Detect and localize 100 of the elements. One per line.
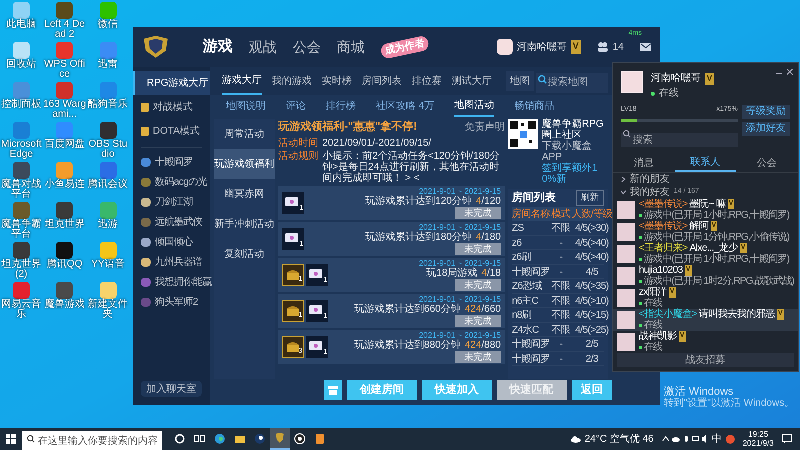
status-dropdown[interactable]: 在线 [651,86,714,101]
friend-status: 游戏中(已开局 1分钟,RPG,小偷传说) [644,232,790,243]
shop-button[interactable] [324,380,342,400]
map-item[interactable]: 九州兵器谱 [133,252,210,272]
subnav-tab[interactable]: 房间列表 [362,67,402,95]
map-item[interactable]: 数码acgの光 [133,172,210,192]
nav-tab[interactable]: 商城 [337,36,365,58]
subnav-tab[interactable]: 排位赛 [412,67,442,95]
guild-tag: <王者归来> [639,242,688,254]
subnav-tab[interactable]: 测试大厅 [452,67,492,95]
app-icon[interactable] [56,202,74,219]
ime-indicator[interactable]: 中 [712,432,722,446]
app-icon[interactable] [56,2,74,19]
notepad-icon [314,433,326,445]
tab[interactable]: 评论 [286,95,306,117]
progress-done: 424 [464,304,482,314]
table-cell-text: - [558,266,564,280]
activation-hint: 转到"设置"以激活 Windows。 [664,398,794,409]
table-cell-text: 4/5(>10) [574,294,610,308]
friend-group[interactable]: 新的朋友 [613,172,798,186]
ticket-icon [285,196,300,206]
disclaimer-link[interactable]: 免责声明 [465,120,506,135]
tab[interactable]: 排行榜 [326,95,356,117]
table-cell-text: - [558,352,564,366]
avatar [617,288,635,307]
mode-icon [141,126,149,136]
subnav-tab[interactable]: 实时榜 [322,67,352,95]
record-icon [294,433,306,445]
download-text: 下载小魔盒APP [542,141,594,163]
room-row[interactable]: 十殿阎罗 - 2/5 [512,337,604,352]
subnav-tab[interactable]: 我的游戏 [272,67,312,95]
map-item[interactable]: 我想拥你能赢 [133,272,210,292]
tab[interactable]: 地图活动 [454,95,494,117]
activity-menu-item[interactable]: 玩游戏领福利 [214,149,276,179]
nav-tab[interactable]: 游戏 [203,36,233,58]
mail-icon [640,42,652,52]
panel-tab[interactable]: 联系人 [674,154,736,172]
map-item[interactable]: 狗头军师2 [133,292,210,312]
task-description: 玩游戏累计达到180分钟 [365,232,472,242]
vip-badge: V [570,40,581,54]
app-icon[interactable] [56,242,74,259]
sidebar-item[interactable]: RPG游戏大厅 [133,71,210,95]
activity-menu-item[interactable]: 幽冥赤网 [214,179,276,209]
app-icon[interactable] [13,162,30,179]
room-row[interactable]: 十殿阎罗 - 4/5 [512,264,604,279]
chat-room-button[interactable]: 加入聊天室 [141,381,202,397]
avatar [617,244,635,263]
activity-menu-item[interactable]: 复刻活动 [214,239,276,269]
app-icon[interactable] [56,282,74,299]
map-search-field[interactable]: 搜索地图 [536,72,608,92]
table-cell-text: z6刷 [512,251,532,265]
app-icon[interactable] [13,242,30,259]
activity-dates: 2021/09/01/-2021/09/15/ [322,138,432,148]
friend-status: 在线 [644,342,662,353]
column-header: 模式 [550,208,572,222]
app-icon[interactable] [100,122,117,139]
ticket-icon [309,340,324,350]
ticket-icon [309,304,324,314]
user-name[interactable]: 河南哈嘿哥 [516,40,567,54]
refresh-button[interactable]: 刷新 [576,190,604,206]
avatar[interactable] [496,39,513,55]
progress-total: /660 [482,304,502,314]
activity-menu-item[interactable]: 新手冲刺活动 [214,209,276,239]
tray-app-icon[interactable] [726,434,735,444]
nav-tab[interactable]: 观战 [249,36,277,58]
activity-menu-item[interactable]: 周常活动 [214,119,276,149]
task-dates: 2021-9-01 ~ 2021-9-15 [419,222,502,232]
close-icon[interactable] [787,69,793,75]
sidebar-item[interactable]: DOTA模式 [133,119,210,143]
ticket-icon [285,232,300,242]
map-item[interactable]: 十殿阎罗 [133,152,210,172]
friend-search-field[interactable]: 搜索 [621,133,738,147]
map-filter-dropdown[interactable]: 地图 [506,71,534,91]
task-description: 玩游戏累计达到120分钟 [365,196,472,206]
promo-text: 签到享额外10%新 [542,163,599,185]
tab[interactable]: 地图说明 [226,95,266,117]
nav-tab[interactable]: 公会 [293,36,321,58]
friend-status: 在线 [644,298,662,309]
room-row[interactable]: 十殿阎罗 - 2/3 [512,352,604,366]
panel-tab[interactable]: 消息 [613,154,675,172]
taskbar-search-field[interactable]: 在这里输入你要搜索的内容 [22,430,162,450]
tab[interactable]: 畅销商品 [514,95,554,117]
panel-button[interactable]: 添加好友 [742,122,790,136]
map-item[interactable]: 刀剑江湖 [133,192,210,212]
subnav-tab[interactable]: 游戏大厅 [222,67,262,95]
windows-logo-icon[interactable] [6,434,16,444]
progress-total: /18 [487,268,502,278]
panel-tab[interactable]: 公会 [736,154,798,172]
table-cell-text: Z6恐域 [512,280,544,294]
panel-button[interactable]: 等级奖励 [742,105,790,119]
task-dates: 2021-9-01 ~ 2021-9-15 [419,186,502,196]
recruit-button[interactable]: 战友招募 [617,353,794,367]
sidebar-item[interactable]: 对战模式 [133,95,210,119]
weather-text: 24°C 空气优 46 [584,432,654,446]
tab[interactable]: 社区攻略 4万 [376,95,434,117]
map-item[interactable]: 倾国倾心 [133,232,210,252]
qr-code-icon [508,119,538,149]
column-header: 人数/等级 [572,208,612,222]
notification-icon[interactable] [782,434,792,444]
map-item[interactable]: 远航墨武侠 [133,212,210,232]
